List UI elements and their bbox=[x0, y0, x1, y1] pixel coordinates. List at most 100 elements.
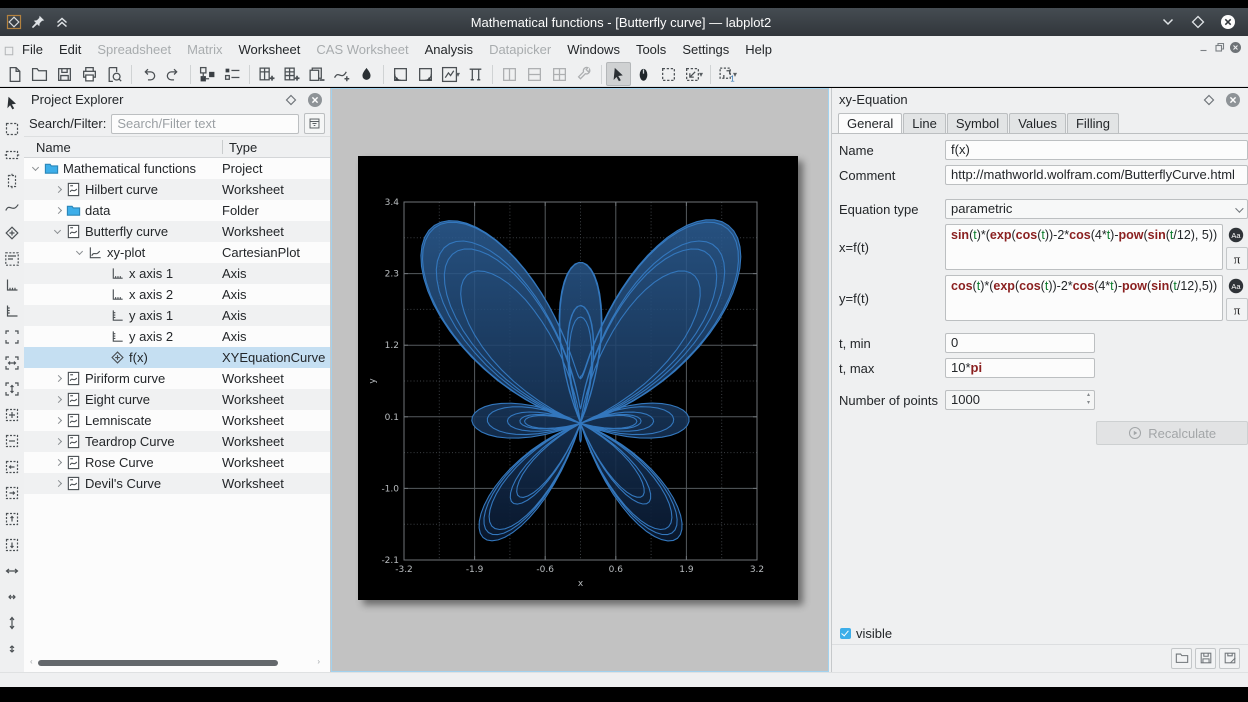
float-icon[interactable] bbox=[283, 92, 299, 108]
shade-icon[interactable] bbox=[1160, 14, 1176, 30]
tree-item-name[interactable]: Devil's Curve bbox=[85, 476, 161, 491]
redo-icon[interactable] bbox=[161, 62, 186, 86]
chevron-down-icon[interactable]: ▾ bbox=[699, 70, 703, 79]
tree-item-name[interactable]: f(x) bbox=[129, 350, 148, 365]
tree-item-name[interactable]: y axis 2 bbox=[129, 329, 173, 344]
close-icon[interactable] bbox=[1225, 92, 1241, 108]
zoom-in-x-icon[interactable] bbox=[1, 558, 23, 584]
new-note-icon[interactable] bbox=[354, 62, 379, 86]
tree-item-name[interactable]: x axis 1 bbox=[129, 266, 173, 281]
menu-worksheet[interactable]: Worksheet bbox=[230, 38, 308, 61]
scroll-right-arrow-icon[interactable]: › bbox=[317, 657, 320, 666]
expand-arrow-icon[interactable] bbox=[54, 396, 62, 404]
close-icon[interactable] bbox=[1220, 14, 1236, 30]
column-header-type[interactable]: Type bbox=[223, 140, 257, 155]
butterfly-plot[interactable]: -3.2-1.9-0.60.61.93.2-2.1-1.00.11.22.33.… bbox=[358, 156, 798, 600]
explorer-horizontal-scrollbar[interactable]: ‹ › bbox=[30, 659, 320, 667]
load-template-icon[interactable] bbox=[1171, 648, 1192, 669]
scrollbar-thumb[interactable] bbox=[38, 660, 278, 666]
chevron-down-icon[interactable]: ▾ bbox=[733, 70, 737, 79]
collapse-arrow-icon[interactable] bbox=[54, 228, 62, 236]
tree-row-y-axis-2[interactable]: y axis 2Axis bbox=[24, 326, 330, 347]
worksheet-page[interactable]: -3.2-1.9-0.60.61.93.2-2.1-1.00.11.22.33.… bbox=[358, 156, 798, 600]
tree-item-name[interactable]: x axis 2 bbox=[129, 287, 173, 302]
zoom-x-select-icon[interactable] bbox=[1, 142, 23, 168]
zoom-in-icon[interactable] bbox=[1, 402, 23, 428]
tree-row-devil-s-curve[interactable]: Devil's CurveWorksheet bbox=[24, 473, 330, 494]
tab-filling[interactable]: Filling bbox=[1067, 113, 1119, 133]
tree-row-eight-curve[interactable]: Eight curveWorksheet bbox=[24, 389, 330, 410]
magnification-icon[interactable]: ▾ bbox=[681, 62, 706, 86]
expand-arrow-icon[interactable] bbox=[54, 438, 62, 446]
add-curve-icon[interactable] bbox=[1, 194, 23, 220]
tree-item-name[interactable]: data bbox=[85, 203, 110, 218]
name-field[interactable]: f(x) bbox=[945, 140, 1248, 160]
worksheet-view[interactable]: -3.2-1.9-0.60.61.93.2-2.1-1.00.11.22.33.… bbox=[331, 88, 829, 672]
equation-type-combobox[interactable]: parametric bbox=[945, 199, 1248, 219]
collapse-arrow-icon[interactable] bbox=[32, 165, 40, 173]
tree-row-y-axis-1[interactable]: y axis 1Axis bbox=[24, 305, 330, 326]
visible-checkbox[interactable] bbox=[840, 628, 851, 639]
constants-icon[interactable]: Aa bbox=[1226, 275, 1246, 296]
tree-item-name[interactable]: xy-plot bbox=[107, 245, 145, 260]
auto-scale-icon[interactable] bbox=[1, 324, 23, 350]
expand-arrow-icon[interactable] bbox=[54, 417, 62, 425]
auto-scale-x-icon[interactable] bbox=[1, 350, 23, 376]
search-input[interactable]: Search/Filter text bbox=[111, 114, 299, 134]
axis-y-icon[interactable] bbox=[1, 298, 23, 324]
shift-left-x-icon[interactable] bbox=[1, 454, 23, 480]
mdi-restore-icon[interactable] bbox=[1213, 41, 1226, 54]
add-legend-icon[interactable] bbox=[1, 246, 23, 272]
tree-item-name[interactable]: Eight curve bbox=[85, 392, 150, 407]
tree-row-hilbert-curve[interactable]: Hilbert curveWorksheet bbox=[24, 179, 330, 200]
axis-x-icon[interactable] bbox=[1, 272, 23, 298]
tab-values[interactable]: Values bbox=[1009, 113, 1066, 133]
tree-row-f-x-[interactable]: f(x)XYEquationCurve bbox=[24, 347, 330, 368]
open-document-icon[interactable] bbox=[27, 62, 52, 86]
tree-item-name[interactable]: Teardrop Curve bbox=[85, 434, 175, 449]
zoom-fit-height-icon[interactable] bbox=[413, 62, 438, 86]
navigation-mode-icon[interactable] bbox=[631, 62, 656, 86]
tree-row-lemniscate[interactable]: LemniscateWorksheet bbox=[24, 410, 330, 431]
mdi-minimize-icon[interactable] bbox=[1197, 41, 1210, 54]
tree-row-piriform-curve[interactable]: Piriform curveWorksheet bbox=[24, 368, 330, 389]
tree-item-name[interactable]: Rose Curve bbox=[85, 455, 154, 470]
tree-item-name[interactable]: Butterfly curve bbox=[85, 224, 168, 239]
new-spreadsheet-icon[interactable] bbox=[254, 62, 279, 86]
tree-item-name[interactable]: Lemniscate bbox=[85, 413, 151, 428]
chevron-down-icon[interactable]: ▾ bbox=[456, 70, 460, 79]
select-mode-icon[interactable] bbox=[606, 62, 631, 86]
zoom-select-mode-icon[interactable] bbox=[656, 62, 681, 86]
tree-row-data[interactable]: dataFolder bbox=[24, 200, 330, 221]
zoom-out-x-icon[interactable] bbox=[1, 584, 23, 610]
maximize-icon[interactable] bbox=[1190, 14, 1206, 30]
collapse-icon[interactable] bbox=[54, 14, 70, 30]
print-preview-icon[interactable] bbox=[102, 62, 127, 86]
tab-symbol[interactable]: Symbol bbox=[947, 113, 1008, 133]
toggle-project-explorer-icon[interactable] bbox=[195, 62, 220, 86]
tree-row-teardrop-curve[interactable]: Teardrop CurveWorksheet bbox=[24, 431, 330, 452]
tree-row-x-axis-2[interactable]: x axis 2Axis bbox=[24, 284, 330, 305]
number-of-points-spinbox[interactable]: 1000 bbox=[945, 390, 1095, 410]
collapse-arrow-icon[interactable] bbox=[76, 249, 84, 257]
select-mode-icon[interactable] bbox=[1, 90, 23, 116]
zoom-y-select-icon[interactable] bbox=[1, 168, 23, 194]
shift-up-y-icon[interactable] bbox=[1, 506, 23, 532]
presenter-mode-icon[interactable]: 1▾ bbox=[715, 62, 740, 86]
menu-windows[interactable]: Windows bbox=[559, 38, 628, 61]
print-icon[interactable] bbox=[77, 62, 102, 86]
tree-item-name[interactable]: y axis 1 bbox=[129, 308, 173, 323]
filter-options-icon[interactable] bbox=[304, 113, 325, 134]
save-document-icon[interactable] bbox=[52, 62, 77, 86]
toggle-properties-explorer-icon[interactable] bbox=[220, 62, 245, 86]
new-workbook-icon[interactable] bbox=[304, 62, 329, 86]
mdi-close-icon[interactable] bbox=[1229, 41, 1242, 54]
y-equation-field[interactable]: cos(t)*(exp(cos(t))-2*cos(4*t)-pow(sin(t… bbox=[945, 275, 1223, 321]
menu-tools[interactable]: Tools bbox=[628, 38, 674, 61]
tree-row-butterfly-curve[interactable]: Butterfly curveWorksheet bbox=[24, 221, 330, 242]
pin-icon[interactable] bbox=[30, 14, 46, 30]
expand-arrow-icon[interactable] bbox=[54, 459, 62, 467]
recalculate-button[interactable]: Recalculate bbox=[1096, 421, 1248, 445]
auto-scale-y-icon[interactable] bbox=[1, 376, 23, 402]
shift-down-y-icon[interactable] bbox=[1, 532, 23, 558]
